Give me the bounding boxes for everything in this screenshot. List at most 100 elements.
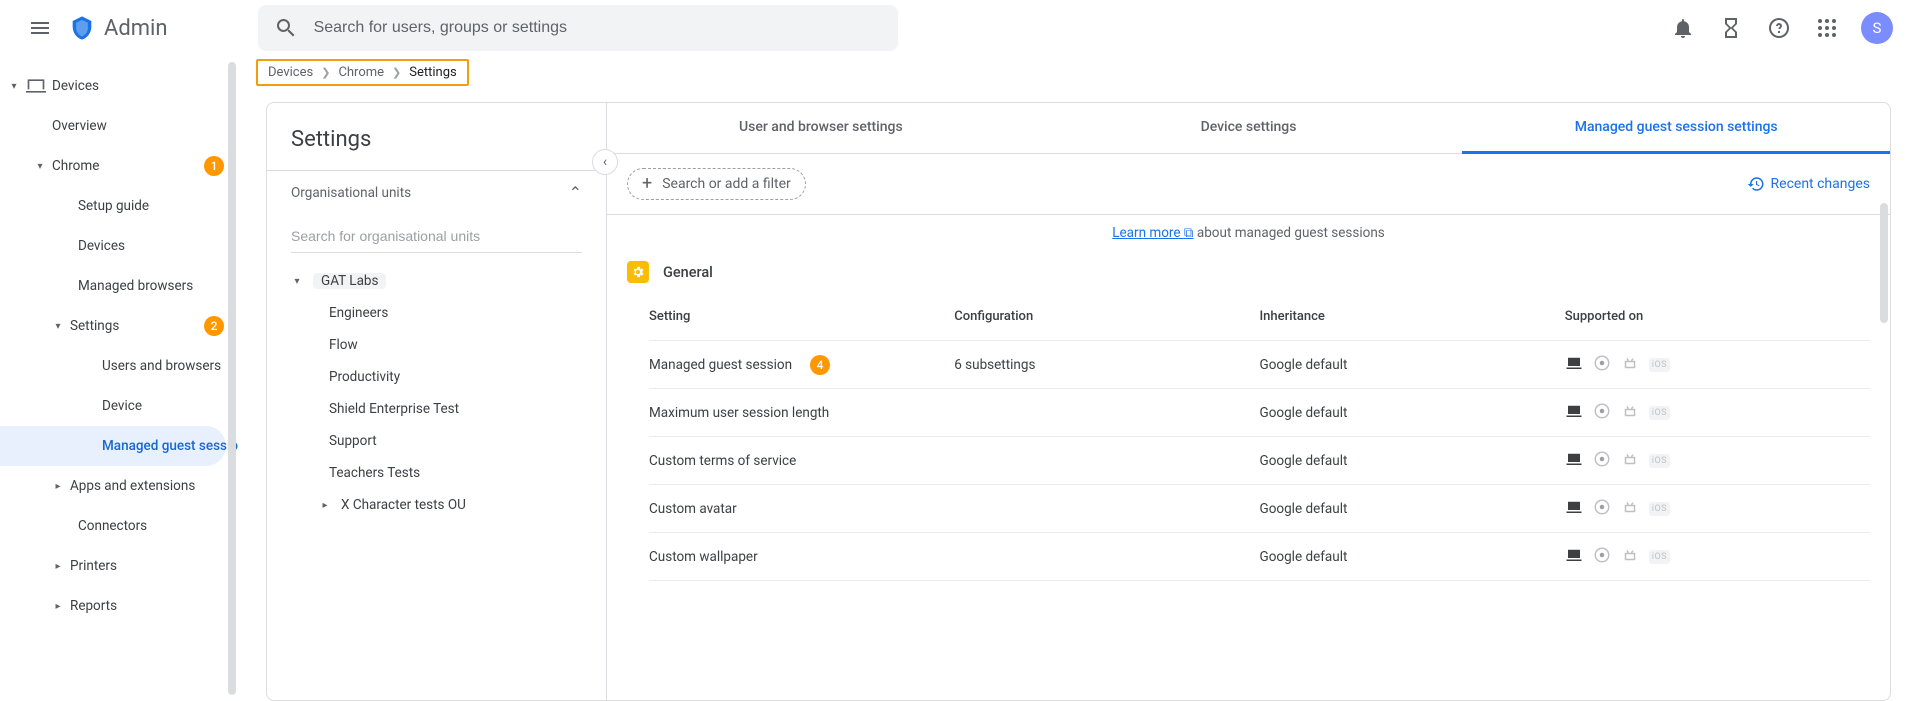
- android-icon: [1621, 402, 1639, 424]
- external-link-icon: ⧉: [1184, 225, 1194, 241]
- apps-button[interactable]: [1807, 8, 1847, 48]
- add-filter-button[interactable]: + Search or add a filter: [627, 168, 806, 200]
- recent-label: Recent changes: [1771, 176, 1870, 192]
- caret-down-icon: ▾: [291, 276, 303, 287]
- cell-inherit: Google default: [1260, 453, 1565, 469]
- tasks-button[interactable]: [1711, 8, 1751, 48]
- chrome-icon: [1593, 354, 1611, 376]
- nav-connectors[interactable]: Connectors: [0, 506, 238, 546]
- ios-icon: iOS: [1649, 358, 1670, 372]
- nav-overview[interactable]: Overview: [0, 106, 238, 146]
- nav-label: Device: [102, 398, 224, 414]
- nav-devices[interactable]: ▾ Devices: [0, 66, 238, 106]
- ios-icon: iOS: [1649, 502, 1670, 516]
- filter-label: Search or add a filter: [662, 176, 791, 192]
- app-header: Admin S: [0, 0, 1909, 56]
- ou-item[interactable]: Teachers Tests: [291, 457, 594, 489]
- nav-printers[interactable]: ▸ Printers: [0, 546, 238, 586]
- section-title: General: [663, 264, 713, 281]
- ou-section-header[interactable]: Organisational units ⌃: [267, 170, 606, 214]
- nav-apps-extensions[interactable]: ▸ Apps and extensions: [0, 466, 238, 506]
- ios-icon: iOS: [1649, 406, 1670, 420]
- nav-label: Managed guest sessions: [102, 438, 238, 454]
- ou-subfolder[interactable]: ▸ X Character tests OU: [291, 489, 594, 521]
- settings-title: Settings: [267, 103, 606, 170]
- ou-item[interactable]: Engineers: [291, 297, 594, 329]
- table-header-row: Setting Configuration Inheritance Suppor…: [649, 293, 1870, 341]
- learn-more-link[interactable]: Learn more ⧉: [1112, 225, 1193, 241]
- scrollbar[interactable]: [1880, 203, 1888, 323]
- caret-down-icon: ▾: [8, 81, 20, 92]
- nav-label: Setup guide: [78, 198, 224, 214]
- ou-root[interactable]: ▾ GAT Labs: [291, 265, 594, 297]
- global-search[interactable]: [258, 5, 898, 51]
- table-row[interactable]: Maximum user session length Google defau…: [649, 389, 1870, 437]
- table-row[interactable]: Managed guest session4 6 subsettings Goo…: [649, 341, 1870, 389]
- section-general: General: [607, 251, 1890, 293]
- cell-config: 6 subsettings: [954, 357, 1259, 373]
- ou-search[interactable]: [291, 220, 582, 253]
- nav-reports[interactable]: ▸ Reports: [0, 586, 238, 626]
- nav-chrome[interactable]: ▾ Chrome 1: [0, 146, 238, 186]
- cell-setting: Managed guest session4: [649, 355, 954, 375]
- table-row[interactable]: Custom wallpaper Google default iOS: [649, 533, 1870, 581]
- laptop-icon: [1565, 450, 1583, 472]
- help-button[interactable]: [1759, 8, 1799, 48]
- info-banner: Learn more ⧉ about managed guest session…: [607, 215, 1890, 251]
- ou-item[interactable]: Productivity: [291, 361, 594, 393]
- header-actions: S: [1663, 8, 1893, 48]
- gear-badge-icon: [627, 261, 649, 283]
- help-icon: [1767, 16, 1791, 40]
- ou-item[interactable]: Support: [291, 425, 594, 457]
- nav-label: Devices: [52, 78, 224, 94]
- ou-search-input[interactable]: [291, 220, 582, 253]
- app-logo[interactable]: Admin: [68, 14, 168, 42]
- nav-label: Chrome: [52, 158, 190, 174]
- breadcrumb-highlight: Devices ❯ Chrome ❯ Settings: [256, 59, 469, 86]
- menu-button[interactable]: [16, 4, 64, 52]
- nav-label: Settings: [70, 318, 190, 334]
- nav-managed-guest-sessions[interactable]: Managed guest sessions 3: [0, 426, 226, 466]
- info-text: about managed guest sessions: [1194, 225, 1385, 241]
- cell-setting: Custom wallpaper: [649, 549, 954, 565]
- tab-managed-guest[interactable]: Managed guest session settings: [1462, 103, 1890, 154]
- ios-icon: iOS: [1649, 454, 1670, 468]
- tab-user-browser[interactable]: User and browser settings: [607, 103, 1035, 153]
- crumb-devices[interactable]: Devices: [268, 65, 313, 80]
- cell-inherit: Google default: [1260, 357, 1565, 373]
- annotation-badge: 1: [204, 156, 224, 176]
- ou-item[interactable]: Flow: [291, 329, 594, 361]
- crumb-chrome[interactable]: Chrome: [338, 65, 384, 80]
- chevron-left-icon: ‹: [603, 154, 607, 170]
- settings-content: User and browser settings Device setting…: [607, 103, 1890, 700]
- table-row[interactable]: Custom terms of service Google default i…: [649, 437, 1870, 485]
- settings-table: Setting Configuration Inheritance Suppor…: [607, 293, 1890, 601]
- tab-device-settings[interactable]: Device settings: [1035, 103, 1463, 153]
- recent-changes-link[interactable]: Recent changes: [1747, 175, 1870, 193]
- nav-users-browsers[interactable]: Users and browsers: [0, 346, 238, 386]
- nav-chrome-devices[interactable]: Devices: [0, 226, 238, 266]
- nav-device-settings[interactable]: Device: [0, 386, 238, 426]
- collapse-sidebar-button[interactable]: ‹: [592, 149, 618, 175]
- table-row[interactable]: Custom avatar Google default iOS: [649, 485, 1870, 533]
- notifications-button[interactable]: [1663, 8, 1703, 48]
- supported-platforms: iOS: [1565, 354, 1870, 376]
- ou-item[interactable]: Shield Enterprise Test: [291, 393, 594, 425]
- scrollbar[interactable]: [228, 62, 236, 695]
- nav-setup-guide[interactable]: Setup guide: [0, 186, 238, 226]
- hourglass-icon: [1719, 16, 1743, 40]
- laptop-icon: [1565, 498, 1583, 520]
- account-avatar[interactable]: S: [1861, 12, 1893, 44]
- chrome-icon: [1593, 546, 1611, 568]
- chevron-right-icon: ❯: [392, 66, 401, 79]
- col-supported: Supported on: [1565, 309, 1870, 324]
- main-area: Devices ❯ Chrome ❯ Settings ‹ Settings O…: [238, 56, 1909, 701]
- nav-managed-browsers[interactable]: Managed browsers: [0, 266, 238, 306]
- android-icon: [1621, 546, 1639, 568]
- nav-settings[interactable]: ▾ Settings 2: [0, 306, 238, 346]
- app-title: Admin: [104, 16, 168, 41]
- chevron-up-icon[interactable]: ⌃: [569, 183, 582, 202]
- nav-label: Reports: [70, 598, 224, 614]
- search-input[interactable]: [314, 19, 882, 37]
- nav-label: Managed browsers: [78, 278, 224, 294]
